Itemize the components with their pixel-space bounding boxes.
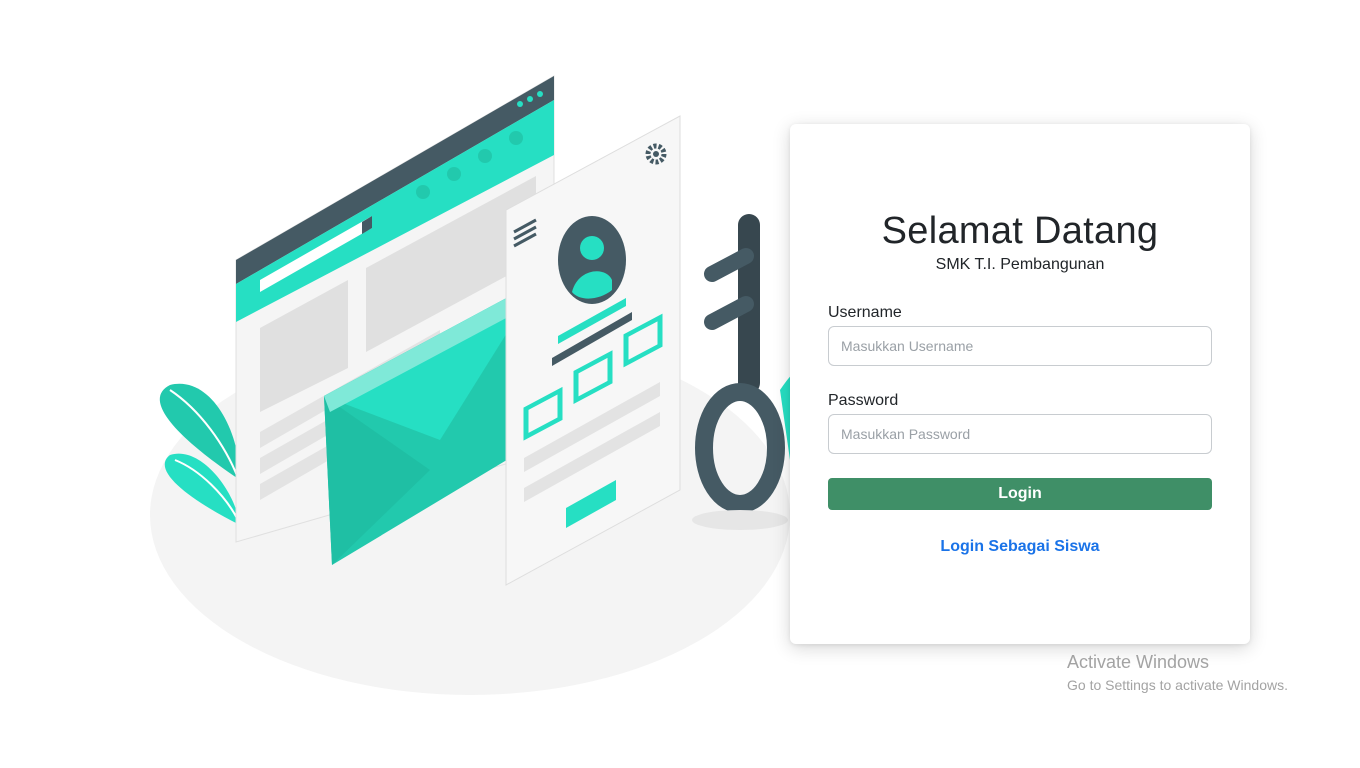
activate-windows-watermark: Activate Windows Go to Settings to activ…: [1067, 651, 1288, 697]
login-button[interactable]: Login: [828, 478, 1212, 510]
password-label: Password: [828, 392, 899, 409]
login-illustration: [140, 60, 840, 710]
username-input[interactable]: [828, 326, 1212, 366]
login-siswa-link[interactable]: Login Sebagai Siswa: [790, 538, 1250, 556]
login-page: Selamat Datang SMK T.I. Pembangunan User…: [0, 0, 1360, 768]
username-label: Username: [828, 304, 902, 321]
school-name: SMK T.I. Pembangunan: [935, 256, 1105, 273]
avatar-icon: [558, 216, 626, 304]
watermark-subtitle: Go to Settings to activate Windows.: [1067, 677, 1288, 693]
login-card: Selamat Datang SMK T.I. Pembangunan User…: [790, 124, 1250, 644]
password-input[interactable]: [828, 414, 1212, 454]
page-title: Selamat Datang: [881, 210, 1159, 252]
security-illustration: [150, 75, 830, 695]
watermark-title: Activate Windows: [1067, 652, 1210, 672]
